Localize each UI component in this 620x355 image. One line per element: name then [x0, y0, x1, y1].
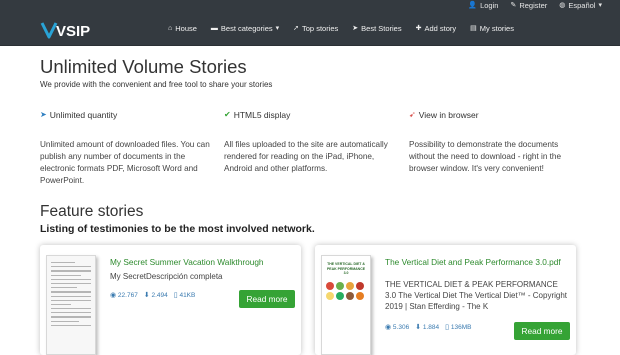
- site-logo[interactable]: VSIP: [40, 19, 112, 41]
- bookmark-icon: ➚: [293, 25, 300, 32]
- story-card: My Secret Summer Vacation Walkthrough My…: [40, 245, 301, 355]
- nav-label: My stories: [479, 24, 514, 33]
- section-subtitle: Listing of testimonies to be the most in…: [40, 223, 315, 235]
- file-icon: ▯: [445, 324, 450, 331]
- main-navbar: VSIP ⌂ House ▬ Best categories ▾ ➚ Top s…: [0, 14, 620, 46]
- login-link[interactable]: 👤 Login: [468, 1, 498, 10]
- feature-unlimited-quantity: ➤ Unlimited quantity Unlimited amount of…: [40, 110, 210, 187]
- story-description: My SecretDescripción completa: [110, 272, 223, 281]
- nav-label: Best Stories: [361, 24, 402, 33]
- views-stat: ◉ 5.306: [385, 324, 409, 331]
- views-count: 22.767: [117, 292, 138, 299]
- page-subtitle: We provide with the convenient and free …: [40, 80, 273, 89]
- section-title: Feature stories: [40, 203, 144, 220]
- file-icon: ▯: [173, 292, 178, 299]
- check-icon: ✔: [224, 110, 231, 119]
- feature-text: Possibility to demonstrate the documents…: [409, 140, 562, 173]
- downloads-stat: ⬇ 2.494: [144, 292, 168, 299]
- eye-icon: ◉: [385, 324, 392, 331]
- language-selector[interactable]: ◍ Español ▾: [559, 1, 602, 10]
- story-description: THE VERTICAL DIET & PEAK PERFORMANCE 3.0…: [385, 280, 568, 311]
- folder-icon: ▬: [210, 25, 218, 32]
- file-size: 136MB: [450, 324, 472, 331]
- feature-title: HTML5 display: [233, 110, 291, 120]
- globe-icon: ◍: [559, 2, 566, 9]
- feature-text: All files uploaded to the site are autom…: [224, 140, 388, 173]
- size-stat: ▯ 41KB: [174, 292, 196, 299]
- story-card: THE VERTICAL DIET & PEAK PERFORMANCE 3.0…: [315, 245, 576, 355]
- feature-html5-display: ✔ HTML5 display All files uploaded to th…: [224, 110, 394, 175]
- page-title: Unlimited Volume Stories: [40, 56, 247, 77]
- feature-text: Unlimited amount of downloaded files. Yo…: [40, 140, 210, 185]
- story-title-link[interactable]: The Vertical Diet and Peak Performance 3…: [385, 257, 570, 268]
- download-icon: ⬇: [415, 324, 422, 331]
- file-size: 41KB: [179, 292, 196, 299]
- story-title-link[interactable]: My Secret Summer Vacation Walkthrough: [110, 257, 295, 268]
- nav-item-top-stories[interactable]: ➚ Top stories: [293, 24, 338, 33]
- feature-title: View in browser: [418, 110, 479, 120]
- downloads-stat: ⬇ 1.884: [415, 324, 439, 331]
- nav-label: House: [175, 24, 197, 33]
- send-icon: ➤: [40, 110, 47, 119]
- document-icon: ▤: [470, 25, 477, 32]
- nav-item-my-stories[interactable]: ▤ My stories: [470, 24, 514, 33]
- views-stat: ◉ 22.767: [110, 292, 138, 299]
- nav-item-best-stories[interactable]: ➤ Best Stories: [352, 24, 401, 33]
- feature-view-in-browser: ➹ View in browser Possibility to demonst…: [409, 110, 579, 175]
- downloads-count: 1.884: [422, 324, 440, 331]
- register-link[interactable]: ✎ Register: [510, 1, 547, 10]
- nav-item-best-categories[interactable]: ▬ Best categories ▾: [211, 24, 279, 33]
- language-label: Español: [568, 1, 596, 10]
- nav-label: Best categories: [220, 24, 273, 33]
- chevron-down-icon: ▾: [598, 2, 602, 9]
- account-links: 👤 Login ✎ Register ◍ Español ▾: [468, 1, 602, 10]
- pin-icon: ➹: [409, 110, 416, 119]
- top-utility-bar: 👤 Login ✎ Register ◍ Español ▾: [0, 0, 620, 14]
- register-label: Register: [519, 1, 548, 10]
- logo-text: VSIP: [56, 23, 90, 40]
- user-icon: 👤: [468, 2, 478, 9]
- read-more-button[interactable]: Read more: [239, 290, 295, 308]
- story-thumbnail[interactable]: [46, 255, 96, 355]
- downloads-count: 2.494: [151, 292, 168, 299]
- nav-label: Top stories: [302, 24, 339, 33]
- feature-title: Unlimited quantity: [49, 110, 118, 120]
- thumbnail-title: THE VERTICAL DIET & PEAK PERFORMANCE 3.0: [326, 262, 366, 275]
- home-icon: ⌂: [168, 25, 173, 32]
- nav-menu: ⌂ House ▬ Best categories ▾ ➚ Top storie…: [168, 24, 514, 33]
- chevron-down-icon: ▾: [275, 25, 280, 32]
- size-stat: ▯ 136MB: [445, 324, 471, 331]
- plus-icon: ✚: [415, 25, 422, 32]
- login-label: Login: [480, 1, 499, 10]
- nav-label: Add story: [424, 24, 457, 33]
- views-count: 5.306: [392, 324, 410, 331]
- read-more-button[interactable]: Read more: [514, 322, 570, 340]
- nav-item-house[interactable]: ⌂ House: [168, 24, 197, 33]
- paper-plane-icon: ➤: [352, 25, 359, 32]
- story-stats: ◉ 22.767 ⬇ 2.494 ▯ 41KB: [110, 292, 195, 299]
- story-stats: ◉ 5.306 ⬇ 1.884 ▯ 136MB: [385, 324, 471, 331]
- eye-icon: ◉: [110, 292, 117, 299]
- edit-icon: ✎: [510, 2, 517, 9]
- download-icon: ⬇: [143, 292, 150, 299]
- story-thumbnail[interactable]: THE VERTICAL DIET & PEAK PERFORMANCE 3.0: [321, 255, 371, 355]
- nav-item-add-story[interactable]: ✚ Add story: [416, 24, 457, 33]
